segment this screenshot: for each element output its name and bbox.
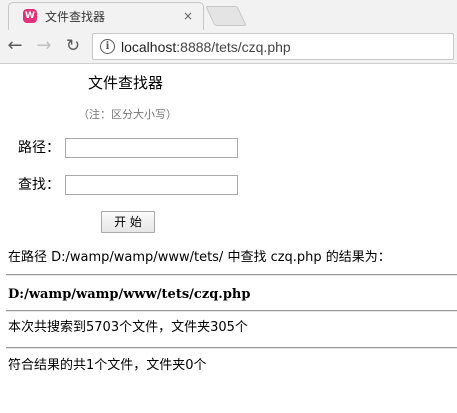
start-button[interactable]: 开 始 bbox=[101, 211, 155, 233]
address-bar[interactable]: i localhost:8888/tets/czq.php bbox=[92, 33, 454, 60]
new-tab-button[interactable] bbox=[205, 6, 247, 26]
url-path: :8888/tets/czq.php bbox=[176, 39, 291, 55]
tab-title: 文件查找器 bbox=[45, 10, 106, 24]
result-intro: 在路径 D:/wamp/wamp/www/tets/ 中查找 czq.php 的… bbox=[8, 250, 391, 265]
tab-strip: W 文件查找器 × bbox=[0, 0, 457, 30]
favicon-icon: W bbox=[23, 9, 37, 23]
search-summary: 本次共搜索到5703个文件，文件夹305个 bbox=[8, 320, 248, 335]
forward-arrow-icon[interactable]: → bbox=[33, 35, 55, 57]
divider bbox=[6, 274, 457, 276]
divider bbox=[6, 347, 457, 349]
url-text[interactable]: localhost:8888/tets/czq.php bbox=[121, 38, 291, 56]
url-host: localhost bbox=[121, 39, 177, 55]
divider bbox=[6, 310, 457, 312]
find-label: 查找： bbox=[18, 177, 60, 193]
reload-icon[interactable]: ↻ bbox=[62, 35, 84, 57]
browser-toolbar: ← → ↻ i localhost:8888/tets/czq.php bbox=[0, 30, 457, 64]
page-title: 文件查找器 bbox=[88, 74, 164, 92]
case-sensitive-note: （注：区分大小写） bbox=[78, 108, 177, 121]
browser-tab[interactable]: W 文件查找器 × bbox=[8, 2, 204, 30]
close-tab-icon[interactable]: × bbox=[183, 8, 193, 24]
match-summary: 符合结果的共1个文件，文件夹0个 bbox=[8, 358, 207, 373]
path-input[interactable] bbox=[65, 138, 238, 158]
found-file-path: D:/wamp/wamp/www/tets/czq.php bbox=[8, 287, 251, 302]
find-input[interactable] bbox=[65, 175, 238, 195]
path-label: 路径： bbox=[18, 140, 60, 156]
back-arrow-icon[interactable]: ← bbox=[4, 35, 26, 57]
site-info-icon[interactable]: i bbox=[100, 39, 115, 54]
